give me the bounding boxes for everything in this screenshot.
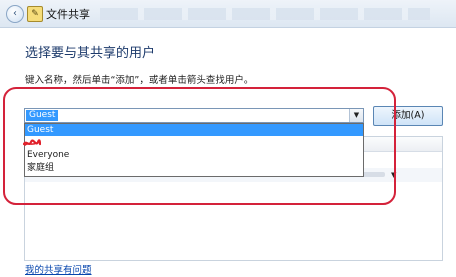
file-share-icon: ✎ xyxy=(27,6,43,22)
page-title: 选择要与其共享的用户 xyxy=(25,46,156,61)
blurred-address-bar xyxy=(100,8,430,20)
back-arrow-icon[interactable]: ‹ xyxy=(6,5,24,23)
combobox-arrow-icon[interactable]: ▼ xyxy=(349,109,363,122)
user-name-combobox[interactable]: Guest ▼ xyxy=(24,108,364,123)
dropdown-option-redacted[interactable] xyxy=(25,136,363,148)
permission-dropdown-arrow-icon[interactable]: ▼ xyxy=(391,168,396,182)
window-title: 文件共享 xyxy=(46,8,90,21)
dropdown-option-guest[interactable]: Guest xyxy=(25,124,363,136)
dropdown-option-homegroup[interactable]: 家庭组 xyxy=(25,162,363,174)
instruction-text: 键入名称，然后单击“添加”，或者单击箭头查找用户。 xyxy=(25,75,254,86)
help-link[interactable]: 我的共享有问题 xyxy=(25,262,92,276)
add-button[interactable]: 添加(A) xyxy=(373,106,443,126)
red-redaction-scribble xyxy=(23,139,41,146)
dropdown-option-everyone[interactable]: Everyone xyxy=(25,149,363,161)
combobox-value[interactable]: Guest xyxy=(26,110,59,121)
title-bar: ‹ ✎ 文件共享 xyxy=(0,0,456,28)
user-dropdown-list: Guest Everyone 家庭组 xyxy=(24,123,364,177)
